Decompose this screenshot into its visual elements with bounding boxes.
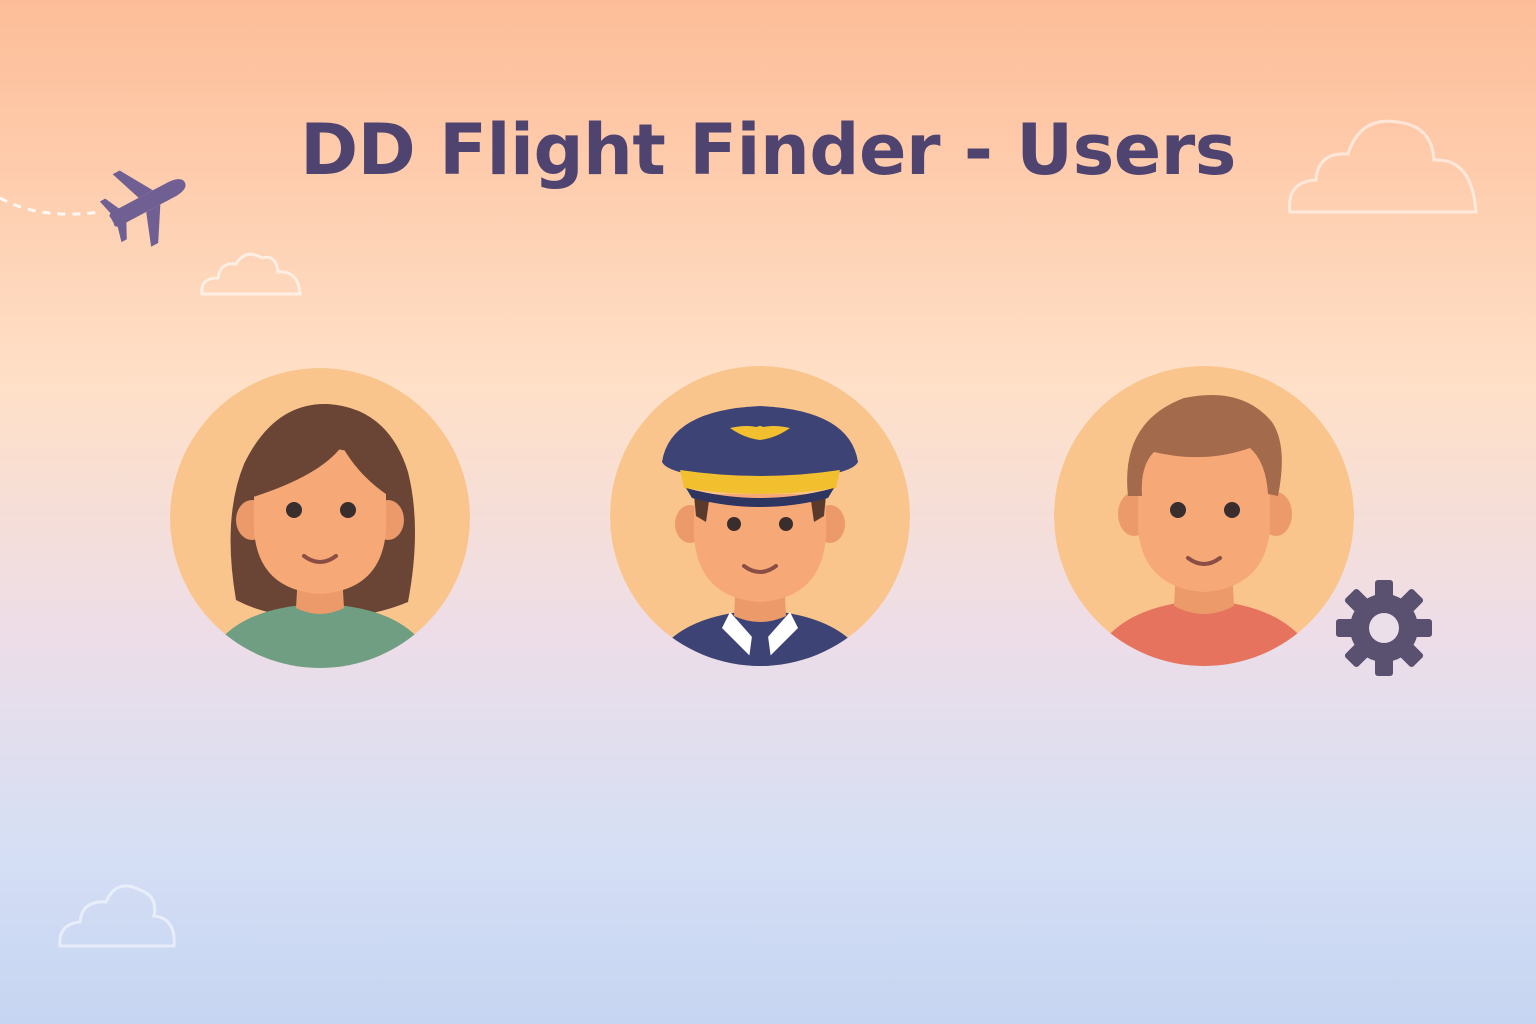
cloud-icon	[200, 252, 302, 296]
man-avatar-icon	[1054, 366, 1354, 666]
woman-avatar-icon	[170, 368, 470, 668]
gear-icon	[1336, 580, 1432, 676]
user-avatar-pilot[interactable]	[610, 366, 910, 666]
pilot-avatar-icon	[610, 366, 910, 666]
settings-gear-button[interactable]	[1334, 578, 1434, 678]
page-title: DD Flight Finder - Users	[300, 109, 1236, 191]
user-avatar-woman[interactable]	[170, 368, 470, 668]
flight-path-trail	[0, 196, 101, 216]
user-avatar-man[interactable]	[1054, 366, 1354, 666]
cloud-icon	[58, 884, 176, 948]
